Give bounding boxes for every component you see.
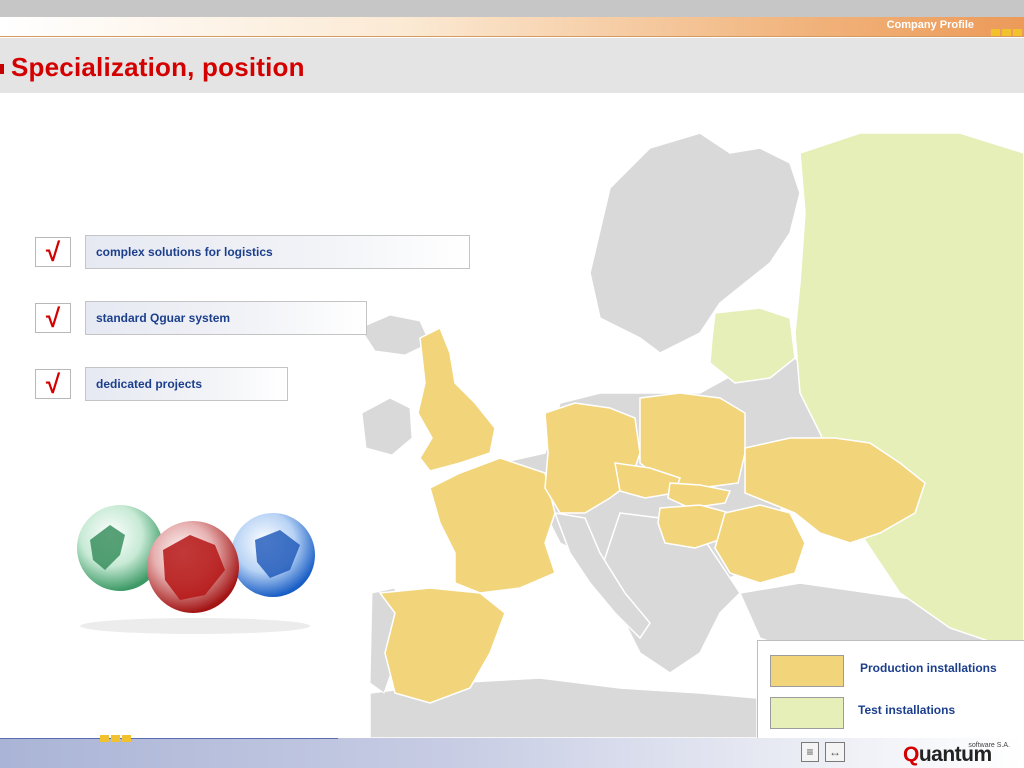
check-icon: √ bbox=[35, 303, 71, 333]
great-britain-region bbox=[417, 326, 496, 472]
legend-test-label: Test installations bbox=[858, 703, 956, 717]
france-region bbox=[429, 457, 556, 594]
check-icon: √ bbox=[35, 237, 71, 267]
brand-rest: uantum bbox=[918, 743, 992, 766]
brand-wordmark: Quantum bbox=[903, 743, 992, 767]
feature-item-standard-system: standard Qguar system bbox=[85, 301, 367, 335]
navigate-icon[interactable]: ↔ bbox=[825, 742, 845, 762]
romania-region bbox=[714, 504, 806, 584]
decor-square bbox=[122, 735, 131, 742]
slide-list-icon[interactable]: ≡ bbox=[801, 742, 819, 762]
top-gray-strip bbox=[0, 0, 1024, 17]
test-swatch bbox=[770, 697, 844, 729]
russia-region bbox=[794, 132, 1024, 654]
globe-shadow bbox=[80, 618, 310, 634]
brand-q: Q bbox=[903, 743, 919, 766]
map-legend: Production installations Test installati… bbox=[757, 640, 1024, 738]
quantum-logo: software S.A. Quantum bbox=[903, 742, 1018, 768]
feature-item-logistics: complex solutions for logistics bbox=[85, 235, 470, 269]
footer-divider bbox=[0, 738, 338, 739]
title-band: Specialization, position bbox=[0, 38, 1024, 93]
production-swatch bbox=[770, 655, 844, 687]
decor-square bbox=[100, 735, 109, 742]
check-icon: √ bbox=[35, 369, 71, 399]
footer-decorative-squares bbox=[100, 735, 131, 742]
footer-bar bbox=[0, 735, 1024, 768]
decor-square bbox=[111, 735, 120, 742]
top-decorative-squares bbox=[991, 29, 1022, 36]
top-band: Company Profile bbox=[0, 17, 1024, 37]
ireland-land bbox=[361, 397, 413, 456]
section-label: Company Profile bbox=[886, 19, 974, 31]
feature-item-dedicated-projects: dedicated projects bbox=[85, 367, 288, 401]
page-title: Specialization, position bbox=[11, 52, 305, 82]
decor-square bbox=[991, 29, 1000, 36]
globes-illustration bbox=[77, 505, 315, 634]
legend-production-label: Production installations bbox=[860, 661, 997, 675]
title-bullet bbox=[0, 64, 4, 74]
iceland-land bbox=[359, 314, 431, 356]
decor-square bbox=[1002, 29, 1011, 36]
decor-square bbox=[1013, 29, 1022, 36]
